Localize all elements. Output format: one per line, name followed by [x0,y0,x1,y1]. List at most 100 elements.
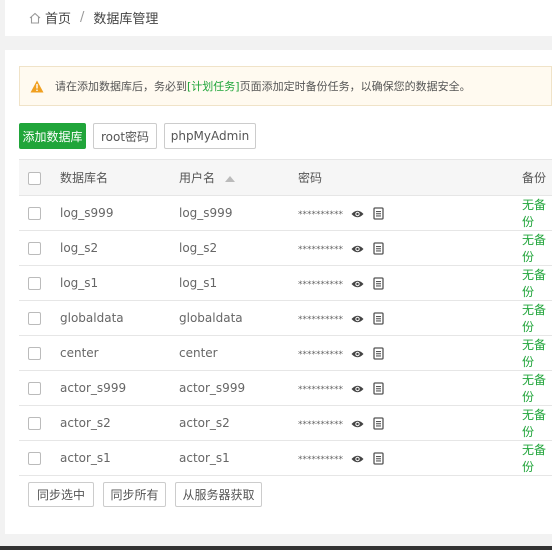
row-checkbox[interactable] [28,277,41,290]
db-user-cell: actor_s999 [179,370,298,406]
db-password-cell: ********** [298,265,522,301]
alert-text-before: 请在添加数据库后，务必到 [55,80,187,93]
breadcrumb-home-link[interactable]: 首页 [45,8,71,27]
bottom-border [0,546,552,550]
eye-icon[interactable] [351,279,364,289]
db-user-cell: log_s1 [179,265,298,301]
table-row: log_s1 log_s1 ********** 无备份 [19,265,552,301]
db-user-cell: log_s999 [179,195,298,231]
copy-icon[interactable] [373,417,384,430]
sync-all-button[interactable]: 同步所有 [103,482,166,507]
copy-icon[interactable] [373,207,384,220]
password-mask: ********** [298,245,343,255]
table-row: log_s2 log_s2 ********** 无备份 [19,230,552,266]
db-user-cell: actor_s1 [179,440,298,476]
db-name-cell: log_s1 [60,265,179,301]
db-user-cell: globaldata [179,300,298,336]
password-mask: ********** [298,280,343,290]
copy-icon[interactable] [373,277,384,290]
row-checkbox[interactable] [28,347,41,360]
db-name-cell: actor_s2 [60,405,179,441]
copy-icon[interactable] [373,382,384,395]
backup-status-link[interactable]: 无备份 [522,370,552,406]
backup-status-link[interactable]: 无备份 [522,230,552,266]
password-mask: ********** [298,350,343,360]
password-mask: ********** [298,385,343,395]
select-all-checkbox[interactable] [28,171,41,185]
breadcrumb-bar: 首页 / 数据库管理 [5,0,552,36]
table-row: log_s999 log_s999 ********** 无备份 [19,195,552,231]
backup-status-link[interactable]: 无备份 [522,440,552,476]
db-password-cell: ********** [298,335,522,371]
breadcrumb: 首页 / 数据库管理 [28,8,158,27]
db-user-cell: actor_s2 [179,405,298,441]
root-password-button[interactable]: root密码 [93,123,157,149]
row-checkbox[interactable] [28,312,41,325]
table-row: actor_s2 actor_s2 ********** 无备份 [19,405,552,441]
db-password-cell: ********** [298,440,522,476]
eye-icon[interactable] [351,384,364,394]
eye-icon[interactable] [351,244,364,254]
row-checkbox[interactable] [28,452,41,465]
row-checkbox[interactable] [28,207,41,220]
sort-asc-icon[interactable] [225,175,236,182]
phpmyadmin-button[interactable]: phpMyAdmin [164,123,256,149]
db-password-cell: ********** [298,195,522,231]
backup-warning-alert: 请在添加数据库后，务必到 [计划任务] 页面添加定时备份任务，以确保您的数据安全… [19,66,552,106]
database-panel: 请在添加数据库后，务必到 [计划任务] 页面添加定时备份任务，以确保您的数据安全… [5,50,552,534]
warning-icon [30,80,44,92]
breadcrumb-current: 数据库管理 [93,12,159,27]
table-row: center center ********** 无备份 [19,335,552,371]
sync-selected-button[interactable]: 同步选中 [28,482,94,507]
db-password-cell: ********** [298,405,522,441]
breadcrumb-separator: / [80,10,85,25]
col-header-name: 数据库名 [60,159,179,196]
eye-icon[interactable] [351,349,364,359]
batch-actions: 同步选中 同步所有 从服务器获取 [28,482,271,507]
eye-icon[interactable] [351,209,364,219]
col-header-backup: 备份 [522,159,552,196]
db-password-cell: ********** [298,300,522,336]
eye-icon[interactable] [351,419,364,429]
password-mask: ********** [298,455,343,465]
backup-status-link[interactable]: 无备份 [522,300,552,336]
row-checkbox[interactable] [28,242,41,255]
db-user-cell: center [179,335,298,371]
backup-status-link[interactable]: 无备份 [522,265,552,301]
db-name-cell: actor_s1 [60,440,179,476]
col-header-user[interactable]: 用户名 [179,159,298,196]
home-icon [29,12,41,24]
cron-task-link[interactable]: [计划任务] [187,78,240,94]
table-row: actor_s1 actor_s1 ********** 无备份 [19,440,552,476]
db-name-cell: center [60,335,179,371]
table-row: actor_s999 actor_s999 ********** 无备份 [19,370,552,406]
eye-icon[interactable] [351,454,364,464]
backup-status-link[interactable]: 无备份 [522,405,552,441]
add-database-button[interactable]: 添加数据库 [19,123,86,149]
db-name-cell: log_s2 [60,230,179,266]
db-user-cell: log_s2 [179,230,298,266]
table-row: globaldata globaldata ********** 无备份 [19,300,552,336]
backup-status-link[interactable]: 无备份 [522,335,552,371]
toolbar: 添加数据库 root密码 phpMyAdmin [19,123,263,149]
copy-icon[interactable] [373,452,384,465]
fetch-from-server-button[interactable]: 从服务器获取 [175,482,262,507]
copy-icon[interactable] [373,312,384,325]
db-name-cell: log_s999 [60,195,179,231]
col-header-user-label: 用户名 [179,171,216,185]
copy-icon[interactable] [373,242,384,255]
db-password-cell: ********** [298,370,522,406]
alert-text-after: 页面添加定时备份任务，以确保您的数据安全。 [239,80,471,93]
row-checkbox[interactable] [28,382,41,395]
row-checkbox[interactable] [28,417,41,430]
database-table: 数据库名 用户名 密码 备份 log_s999 log_s999 *********… [19,159,552,476]
table-header-row: 数据库名 用户名 密码 备份 [19,159,552,196]
db-name-cell: globaldata [60,300,179,336]
backup-status-link[interactable]: 无备份 [522,195,552,231]
db-name-cell: actor_s999 [60,370,179,406]
db-password-cell: ********** [298,230,522,266]
eye-icon[interactable] [351,314,364,324]
password-mask: ********** [298,315,343,325]
password-mask: ********** [298,420,343,430]
copy-icon[interactable] [373,347,384,360]
